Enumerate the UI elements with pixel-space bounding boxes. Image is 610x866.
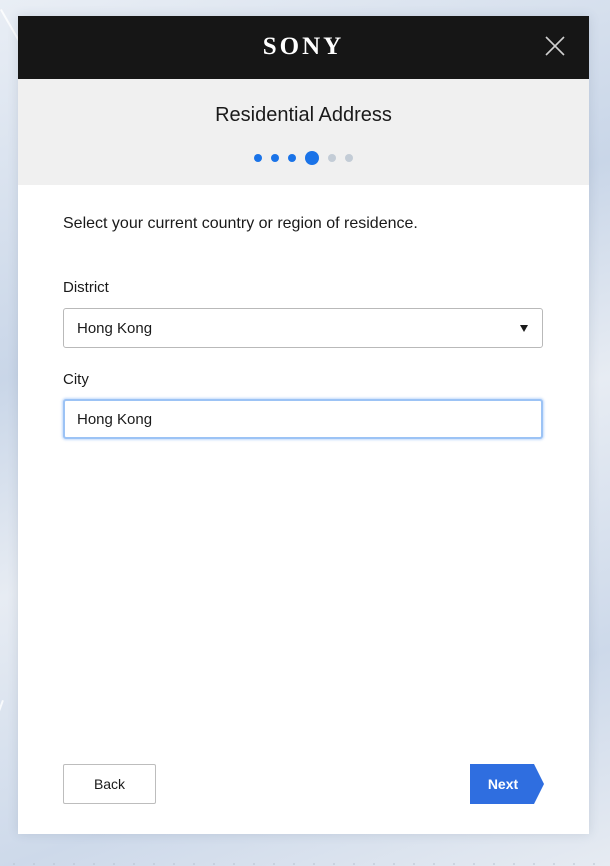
city-label: City	[63, 371, 89, 388]
step-dot-complete	[271, 154, 279, 162]
top-bar: SONY	[18, 16, 589, 79]
district-label: District	[63, 279, 109, 296]
district-selected-value: Hong Kong	[77, 320, 153, 337]
step-dot-complete	[288, 154, 296, 162]
caret-down-icon	[520, 325, 528, 332]
instruction-text: Select your current country or region of…	[63, 215, 418, 232]
signup-dialog: SONY Residential Address Select your cur…	[18, 16, 589, 834]
step-dot-complete	[254, 154, 262, 162]
step-dot-pending	[328, 154, 336, 162]
page-title: Residential Address	[215, 104, 392, 126]
background-dots	[0, 858, 610, 866]
close-icon	[545, 36, 565, 56]
city-input[interactable]	[63, 399, 543, 439]
close-button[interactable]	[543, 34, 567, 58]
back-button[interactable]: Back	[63, 764, 156, 804]
step-indicator	[18, 151, 589, 165]
background-line	[0, 700, 4, 776]
step-dot-current	[305, 151, 319, 165]
district-select[interactable]: Hong Kong	[63, 308, 543, 348]
back-button-label: Back	[93, 776, 126, 792]
next-button-label: Next	[487, 776, 519, 792]
next-button[interactable]: Next	[470, 764, 544, 804]
step-dot-pending	[345, 154, 353, 162]
sony-logo: SONY	[262, 33, 345, 60]
dialog-header: Residential Address	[18, 79, 589, 185]
